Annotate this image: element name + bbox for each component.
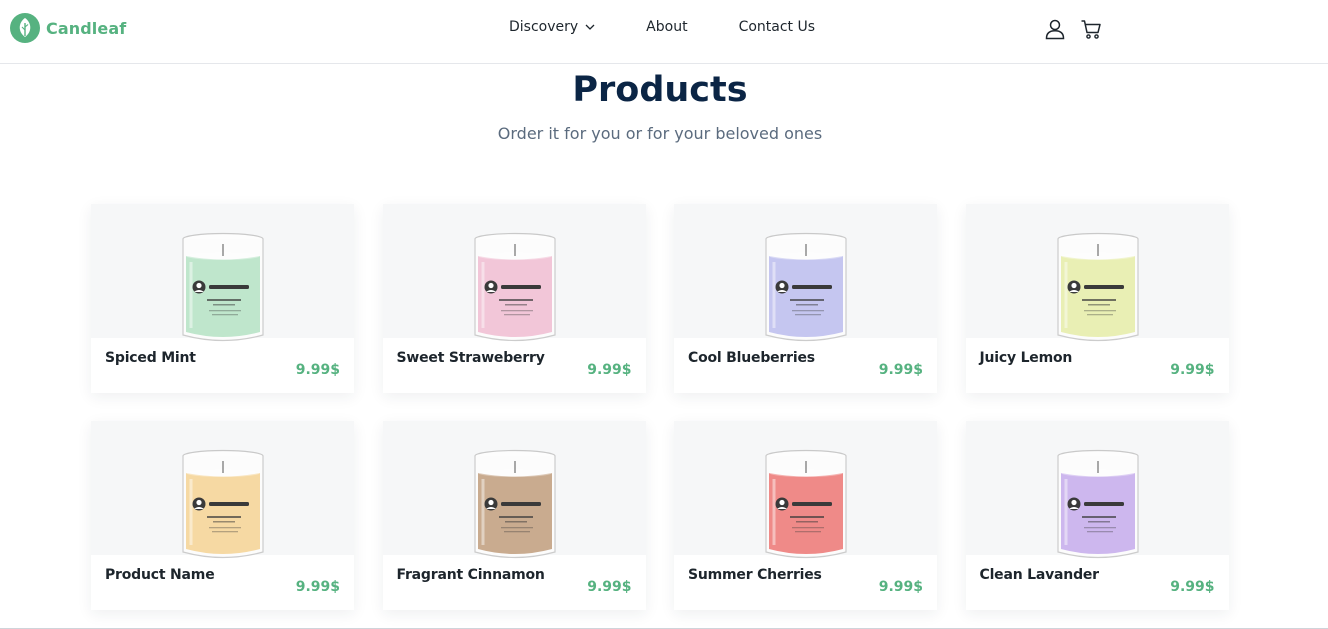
product-name: Cool Blueberries [688,350,815,366]
candle-image [182,232,264,342]
user-icon[interactable] [1044,18,1066,40]
product-image [91,204,354,342]
page-title: Products [572,70,748,110]
product-card[interactable]: Sweet Straweberry 9.99$ [382,204,646,393]
candle-wax [1060,256,1135,337]
candle-image [765,449,847,559]
product-card[interactable]: Cool Blueberries 9.99$ [674,204,937,393]
candle-wax [1060,473,1135,554]
cart-icon[interactable] [1080,18,1102,40]
product-image [91,421,354,559]
product-price: 9.99$ [587,362,632,378]
product-grid: Spiced Mint 9.99$ Sweet Straweberry 9.99… [91,204,1229,610]
product-name: Summer Cherries [688,567,822,583]
top-navbar: Candleaf Discovery About Contact Us [0,0,1328,64]
product-card[interactable]: Product Name 9.99$ [91,421,354,610]
product-price: 9.99$ [1170,579,1215,595]
nav-discovery-label: Discovery [509,19,579,35]
product-name: Spiced Mint [105,350,196,366]
product-card[interactable]: Summer Cherries 9.99$ [674,421,937,610]
candle-wax [186,256,260,337]
candle-image [1056,232,1139,342]
candle-wax [769,256,843,337]
candle-wax [477,473,552,554]
candle-image [765,232,847,342]
product-name: Product Name [105,567,215,583]
brand-name: Candleaf [46,18,127,38]
product-price: 9.99$ [587,579,632,595]
product-name: Clean Lavander [979,567,1100,583]
candle-image [182,449,264,559]
candle-image [473,449,556,559]
product-image [965,204,1229,342]
product-image [674,204,937,342]
nav-about[interactable]: About [646,19,687,35]
candle-image [1056,449,1139,559]
brand-link[interactable]: Candleaf [10,13,126,43]
main-nav: Discovery About Contact Us [509,19,815,35]
product-image [674,421,937,559]
chevron-down-icon [585,24,595,30]
candle-wax [477,256,552,337]
product-image [382,421,646,559]
product-price: 9.99$ [295,579,340,595]
candle-wax [769,473,843,554]
product-card[interactable]: Juicy Lemon 9.99$ [965,204,1229,393]
product-name: Juicy Lemon [979,350,1073,366]
product-image [382,204,646,342]
product-price: 9.99$ [878,579,923,595]
nav-contact[interactable]: Contact Us [739,19,815,35]
candle-wax [186,473,260,554]
product-card[interactable]: Fragrant Cinnamon 9.99$ [382,421,646,610]
product-price: 9.99$ [295,362,340,378]
product-price: 9.99$ [878,362,923,378]
product-name: Sweet Straweberry [396,350,545,366]
product-price: 9.99$ [1170,362,1215,378]
product-name: Fragrant Cinnamon [396,567,545,583]
candle-image [473,232,556,342]
product-image [965,421,1229,559]
leaf-logo-icon [10,13,40,43]
product-card[interactable]: Clean Lavander 9.99$ [965,421,1229,610]
product-card[interactable]: Spiced Mint 9.99$ [91,204,354,393]
page-subtitle: Order it for you or for your beloved one… [497,124,823,143]
nav-icons [1044,18,1102,40]
nav-discovery[interactable]: Discovery [509,19,596,35]
